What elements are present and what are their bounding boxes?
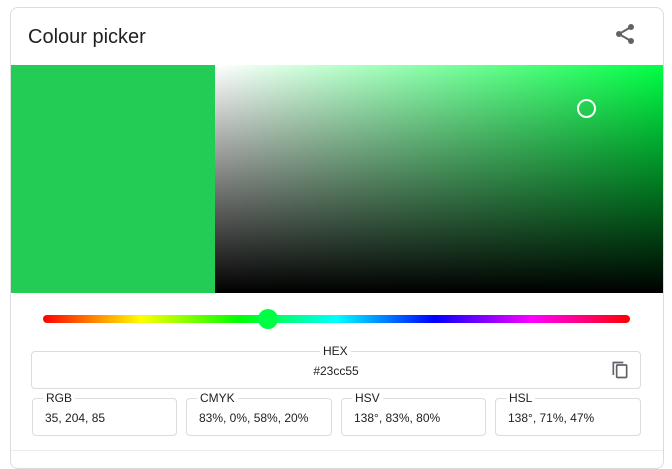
colour-preview-swatch xyxy=(11,65,215,293)
hex-field[interactable]: HEX #23cc55 xyxy=(31,343,641,389)
rgb-field[interactable]: RGB 35, 204, 85 xyxy=(32,390,177,436)
hsv-value[interactable]: 138°, 83%, 80% xyxy=(354,410,440,426)
hsl-value[interactable]: 138°, 71%, 47% xyxy=(508,410,594,426)
cmyk-field[interactable]: CMYK 83%, 0%, 58%, 20% xyxy=(186,390,332,436)
cmyk-value[interactable]: 83%, 0%, 58%, 20% xyxy=(199,410,308,426)
hsv-label: HSV xyxy=(352,390,383,406)
hue-slider-handle[interactable] xyxy=(258,309,278,329)
hsl-field[interactable]: HSL 138°, 71%, 47% xyxy=(495,390,641,436)
cmyk-label: CMYK xyxy=(197,390,238,406)
hue-slider-track[interactable] xyxy=(43,315,630,323)
hex-value[interactable]: #23cc55 xyxy=(32,363,640,379)
saturation-value-picker[interactable] xyxy=(215,65,663,293)
share-icon[interactable] xyxy=(613,22,637,46)
divider xyxy=(11,450,663,451)
rgb-value[interactable]: 35, 204, 85 xyxy=(45,410,105,426)
colour-picker-card: Colour picker HEX #23cc55 RGB 35, 204, 8… xyxy=(10,7,664,469)
hex-label: HEX xyxy=(320,343,351,359)
hsl-label: HSL xyxy=(506,390,536,406)
copy-icon[interactable] xyxy=(610,360,630,380)
saturation-value-handle[interactable] xyxy=(577,99,596,118)
value-gradient xyxy=(215,65,663,293)
widget-title: Colour picker xyxy=(28,26,146,48)
hsv-field[interactable]: HSV 138°, 83%, 80% xyxy=(341,390,486,436)
rgb-label: RGB xyxy=(43,390,76,406)
